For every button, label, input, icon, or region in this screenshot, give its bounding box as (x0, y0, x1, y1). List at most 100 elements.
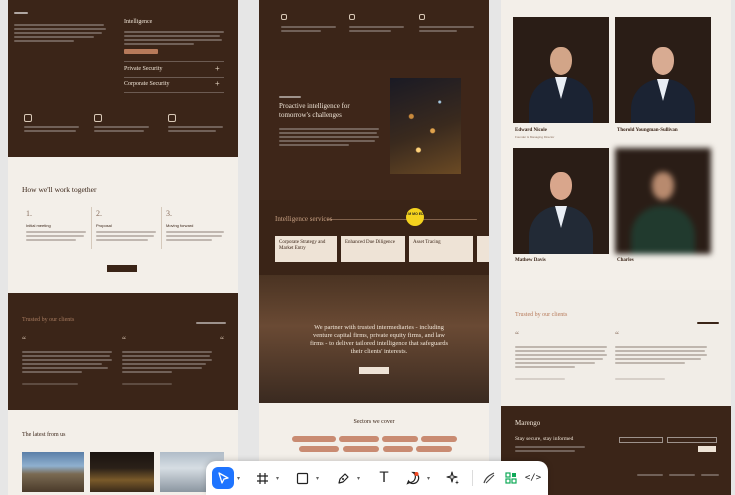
dev-mode[interactable] (500, 467, 522, 489)
quote-icon: “ (615, 330, 619, 340)
service-card[interactable]: Enhanced Due Diligence (341, 236, 405, 262)
step-number: 1. (26, 209, 32, 218)
sector-pill[interactable] (343, 446, 379, 452)
pen-icon (337, 472, 349, 484)
sector-pill[interactable] (416, 446, 452, 452)
comment-tool[interactable] (402, 467, 424, 489)
plus-icon[interactable]: + (215, 64, 220, 73)
frame-intelligence-page[interactable]: Proactive intelligence for tomorrow's ch… (259, 0, 489, 495)
sector-pill[interactable] (382, 436, 418, 442)
eye-icon (94, 114, 102, 122)
imo-badge: I M MO ED (406, 208, 424, 226)
latest-news-section: The latest from us (8, 410, 238, 495)
pen-tool[interactable] (332, 467, 354, 489)
team-photo[interactable] (513, 148, 609, 254)
section-title: Trusted by our clients (22, 317, 75, 323)
text-tool[interactable]: T (373, 467, 395, 489)
quote-icon: “ (22, 335, 26, 345)
team-photo[interactable] (513, 17, 609, 123)
team-member-name: Mathew Davis (515, 258, 546, 263)
shield-icon (281, 14, 287, 20)
sparkle-icon (446, 471, 459, 485)
chevron-down-icon[interactable]: ▾ (237, 475, 240, 482)
lock-icon (419, 14, 425, 20)
service-card-partial[interactable] (477, 236, 489, 262)
accordion-title-intelligence[interactable]: Intelligence (124, 19, 152, 25)
team-member-role: Founder & Managing Director (515, 135, 555, 139)
code-icon: </> (524, 473, 542, 483)
sectors-title: Sectors we cover (353, 419, 395, 425)
design-canvas[interactable]: Intelligence Private Security + Corporat… (0, 0, 735, 495)
testimonials-section (501, 290, 731, 406)
service-card[interactable]: Corporate Strategy and Market Entry (275, 236, 337, 262)
step-number: 2. (96, 209, 102, 218)
intel-title: Proactive intelligence for tomorrow's ch… (279, 102, 350, 119)
step-title: Moving forward (166, 223, 194, 228)
services-title: Intelligence services (275, 215, 333, 223)
draw-mode[interactable] (478, 467, 500, 489)
quote-icon: “ (122, 335, 126, 345)
news-thumbnail[interactable] (22, 452, 84, 492)
frame-icon (256, 472, 268, 484)
accordion-title-private-security[interactable]: Private Security (124, 66, 163, 72)
subscribe-button[interactable] (698, 446, 716, 452)
team-member-name: Edward Nicole (515, 128, 547, 133)
learn-more-button[interactable] (124, 49, 158, 54)
chevron-down-icon[interactable]: ▾ (316, 475, 319, 482)
team-photo[interactable] (615, 148, 711, 254)
frame-services-page[interactable]: Intelligence Private Security + Corporat… (8, 0, 238, 495)
team-photo[interactable] (615, 17, 711, 123)
step-title: Initial meeting (26, 223, 51, 228)
step-number: 3. (166, 209, 172, 218)
service-card[interactable]: Asset Tracing (409, 236, 473, 262)
code-mode[interactable]: </> (522, 467, 544, 489)
team-member-name: Charles (617, 258, 634, 263)
section-title: The latest from us (22, 432, 66, 438)
quote-icon: “ (515, 330, 519, 340)
eye-icon (349, 14, 355, 20)
design-toolbar: ▾ ▾ ▾ ▾ T ▾ </> (206, 461, 548, 495)
team-member-name: Thorold Youngman-Sullivan (617, 128, 678, 133)
quote-icon: “ (220, 335, 224, 345)
step-title: Proposal (96, 223, 112, 228)
shield-icon (24, 114, 32, 122)
section-title: How we'll work together (22, 185, 97, 194)
ai-tool[interactable] (442, 467, 464, 489)
get-in-touch-button[interactable] (107, 265, 137, 272)
section-title: Trusted by our clients (515, 312, 568, 318)
toolbar-divider (472, 470, 473, 486)
sector-pill[interactable] (339, 436, 379, 442)
shape-tool[interactable] (291, 467, 313, 489)
frame-team-page[interactable]: Edward Nicole Founder & Managing Directo… (501, 0, 731, 495)
cursor-icon (217, 471, 229, 484)
chevron-down-icon[interactable]: ▾ (427, 475, 430, 482)
city-night-image (390, 78, 461, 174)
news-thumbnail[interactable] (90, 452, 154, 492)
dev-icon (505, 472, 517, 484)
work-together-section: How we'll work together 1. Initial meeti… (8, 157, 238, 293)
accordion-title-corporate-security[interactable]: Corporate Security (124, 81, 170, 87)
frame-tool[interactable] (251, 467, 273, 489)
chevron-down-icon[interactable]: ▾ (357, 475, 360, 482)
partner-statement: We partner with trusted intermediaries -… (309, 324, 449, 355)
learn-more-button[interactable] (359, 367, 389, 374)
newsletter-title: Stay secure, stay informed (515, 436, 574, 442)
sector-pill[interactable] (299, 446, 339, 452)
move-tool[interactable] (212, 467, 234, 489)
chevron-down-icon[interactable]: ▾ (276, 475, 279, 482)
sector-pill[interactable] (292, 436, 336, 442)
draw-icon (483, 472, 495, 484)
comment-icon (406, 471, 420, 485)
sector-pill[interactable] (421, 436, 457, 442)
hero-section: Intelligence Private Security + Corporat… (8, 0, 238, 157)
square-icon (296, 472, 308, 484)
testimonials-section: Trusted by our clients “ “ “ (8, 293, 238, 410)
text-icon: T (379, 470, 389, 486)
plus-icon[interactable]: + (215, 79, 220, 88)
email-field[interactable] (667, 437, 717, 443)
lock-icon (168, 114, 176, 122)
sector-pill[interactable] (383, 446, 413, 452)
name-field[interactable] (619, 437, 663, 443)
features-section (259, 0, 489, 60)
brand-logo[interactable]: Marengo (515, 419, 540, 427)
